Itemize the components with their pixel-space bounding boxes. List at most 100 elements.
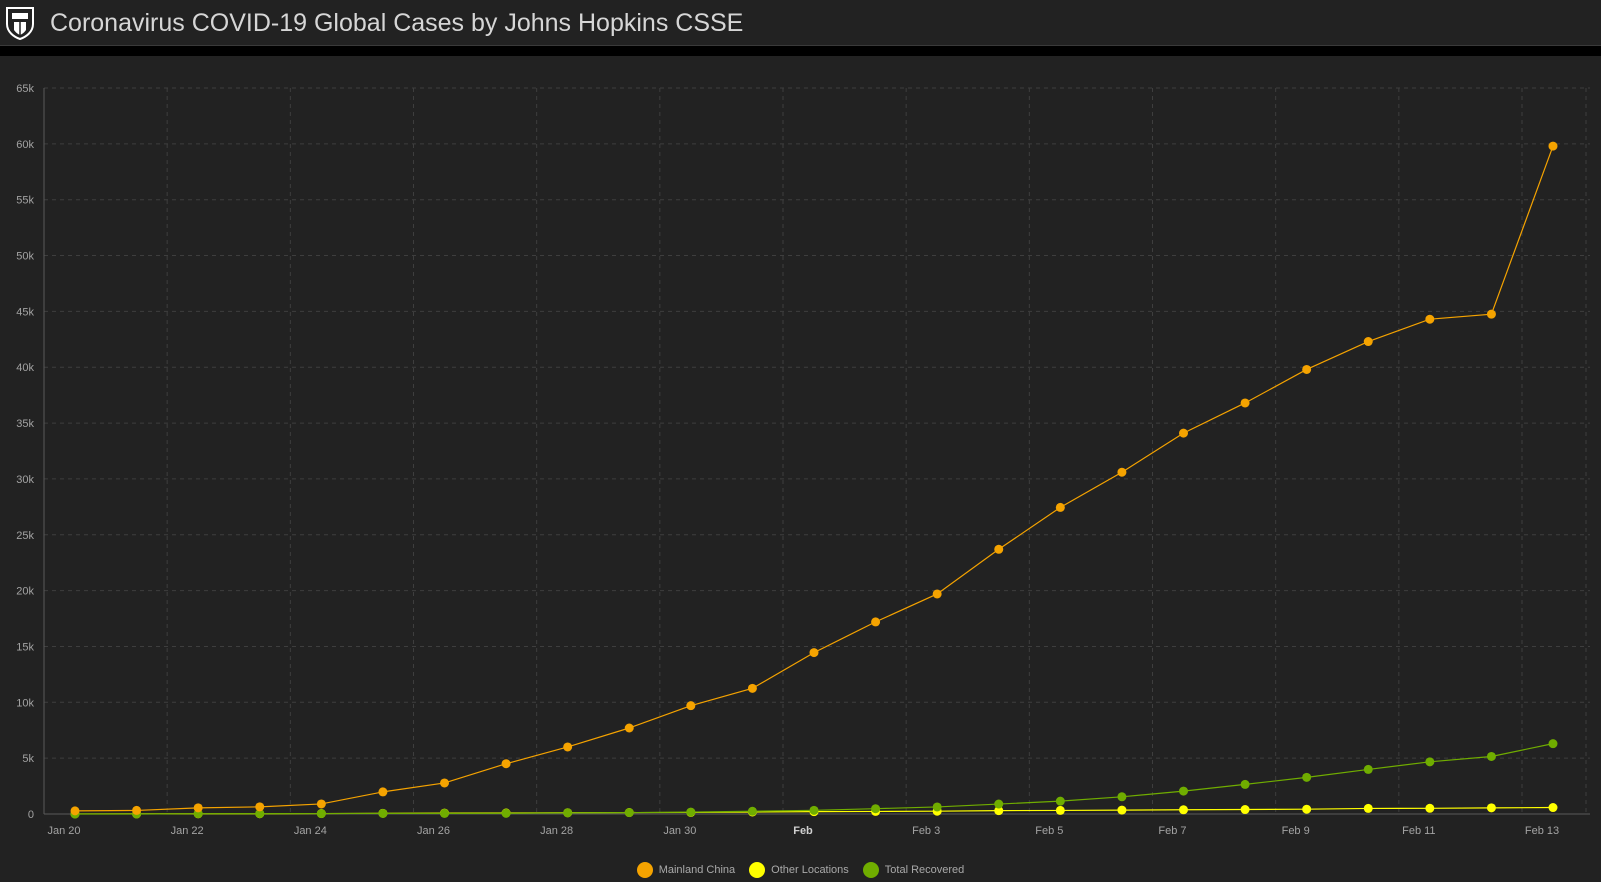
- data-point-mainland-china: [747, 683, 757, 693]
- data-point-total-recovered: [1240, 779, 1250, 789]
- data-point-other-locations: [1117, 805, 1127, 815]
- data-point-total-recovered: [686, 807, 696, 817]
- data-point-other-locations: [1302, 804, 1312, 814]
- y-tick-label: 65k: [16, 83, 34, 95]
- chart-panel: 0 5k 10k 15k 20k 25k 30k 35k 40k 45k 50k 55k 60k 65k J…: [0, 56, 1601, 882]
- data-point-mainland-china: [255, 802, 265, 812]
- data-point-total-recovered: [1363, 764, 1373, 774]
- series-layer: [70, 141, 1558, 819]
- y-tick-label: 20k: [16, 586, 34, 598]
- y-tick-label: 30k: [16, 474, 34, 486]
- data-point-mainland-china: [378, 787, 388, 797]
- data-point-mainland-china: [132, 805, 142, 815]
- data-point-mainland-china: [686, 701, 696, 711]
- data-point-mainland-china: [624, 723, 634, 733]
- legend-label: Mainland China: [658, 864, 736, 876]
- data-point-mainland-china: [994, 544, 1004, 554]
- x-tick-label: Feb 11: [1402, 825, 1435, 837]
- cases-line-chart: 0 5k 10k 15k 20k 25k 30k 35k 40k 45k 50k 55k 60k 65k J…: [16, 83, 1590, 837]
- data-point-total-recovered: [563, 808, 573, 818]
- data-point-mainland-china: [1302, 364, 1312, 374]
- legend-item-total-recovered[interactable]: Total Recovered: [862, 862, 965, 878]
- data-point-mainland-china: [70, 806, 80, 816]
- data-point-mainland-china: [1363, 337, 1373, 347]
- data-point-other-locations: [1240, 805, 1250, 815]
- data-point-total-recovered: [1425, 757, 1435, 767]
- y-tick-label: 5k: [22, 753, 34, 765]
- grid-layer: [43, 87, 1590, 814]
- x-tick-label: Jan 28: [540, 825, 573, 837]
- data-point-mainland-china: [1117, 467, 1127, 477]
- x-tick-label: Jan 22: [171, 825, 204, 837]
- data-point-mainland-china: [1486, 309, 1496, 319]
- x-tick-label: Jan 30: [663, 825, 696, 837]
- y-tick-label: 40k: [16, 362, 34, 374]
- x-tick-label: Feb 5: [1035, 825, 1063, 837]
- data-point-total-recovered: [1302, 772, 1312, 782]
- data-point-other-locations: [1055, 805, 1065, 815]
- legend-item-mainland-china[interactable]: Mainland China: [636, 862, 736, 878]
- page-title: Coronavirus COVID-19 Global Cases by Joh…: [50, 9, 744, 37]
- data-point-total-recovered: [440, 808, 449, 818]
- y-tick-label: 60k: [16, 139, 34, 151]
- data-point-total-recovered: [1055, 796, 1065, 806]
- data-point-mainland-china: [440, 778, 449, 788]
- data-point-mainland-china: [809, 648, 819, 658]
- legend-swatch-total-recovered: [862, 862, 879, 878]
- y-tick-label: 55k: [16, 195, 34, 207]
- data-point-mainland-china: [1055, 502, 1065, 512]
- data-point-other-locations: [1363, 803, 1373, 813]
- legend-label: Other Locations: [771, 864, 849, 876]
- x-tick-label: Jan 24: [294, 825, 327, 837]
- x-tick-label: Feb 3: [912, 825, 940, 837]
- data-point-mainland-china: [1548, 141, 1558, 151]
- axis-layer: 0 5k 10k 15k 20k 25k 30k 35k 40k 45k 50k 55k 60k 65k J…: [16, 83, 1590, 837]
- data-point-total-recovered: [501, 808, 511, 818]
- legend-swatch-other-locations: [749, 862, 766, 878]
- series-line-total-recovered: [75, 743, 1554, 815]
- data-point-other-locations: [1548, 803, 1558, 813]
- x-tick-label: Jan 26: [417, 825, 450, 837]
- data-point-other-locations: [1179, 805, 1188, 815]
- legend-item-other-locations[interactable]: Other Locations: [749, 862, 849, 878]
- data-point-total-recovered: [1179, 786, 1188, 796]
- x-tick-label: Jan 20: [47, 825, 80, 837]
- data-point-total-recovered: [747, 806, 757, 816]
- header-divider: [0, 46, 1601, 56]
- y-tick-label: 10k: [16, 697, 34, 709]
- legend-swatch-mainland-china: [636, 862, 653, 878]
- x-tick-label: Feb: [793, 825, 813, 837]
- data-point-total-recovered: [378, 808, 388, 818]
- x-tick-label: Feb 13: [1525, 825, 1559, 837]
- app-header: Coronavirus COVID-19 Global Cases by Joh…: [0, 0, 1601, 46]
- data-point-total-recovered: [994, 799, 1004, 809]
- legend-label: Total Recovered: [884, 864, 965, 876]
- data-point-mainland-china: [932, 589, 942, 599]
- data-point-total-recovered: [624, 808, 634, 818]
- y-tick-label: 15k: [16, 641, 34, 653]
- y-tick-label: 50k: [16, 251, 34, 263]
- data-point-total-recovered: [1117, 792, 1127, 802]
- data-point-mainland-china: [1240, 398, 1250, 408]
- y-tick-label: 0: [28, 809, 34, 821]
- data-point-total-recovered: [932, 802, 942, 812]
- data-point-total-recovered: [1486, 751, 1496, 761]
- y-tick-label: 45k: [16, 306, 34, 318]
- data-point-total-recovered: [871, 804, 881, 814]
- x-tick-label: Feb 7: [1158, 825, 1186, 837]
- data-point-mainland-china: [1425, 314, 1435, 324]
- data-point-mainland-china: [1179, 428, 1188, 438]
- jhu-shield-logo-icon: [5, 6, 35, 41]
- data-point-mainland-china: [501, 759, 511, 769]
- data-point-mainland-china: [563, 742, 573, 752]
- data-point-mainland-china: [193, 803, 203, 813]
- chart-legend: Mainland China Other Locations Total Rec…: [0, 860, 1601, 880]
- y-tick-label: 25k: [16, 530, 34, 542]
- y-tick-label: 35k: [16, 418, 34, 430]
- data-point-total-recovered: [1548, 739, 1558, 749]
- data-point-other-locations: [1425, 803, 1435, 813]
- data-point-mainland-china: [316, 799, 326, 809]
- data-point-total-recovered: [809, 805, 819, 815]
- data-point-other-locations: [1486, 803, 1496, 813]
- data-point-total-recovered: [316, 809, 326, 819]
